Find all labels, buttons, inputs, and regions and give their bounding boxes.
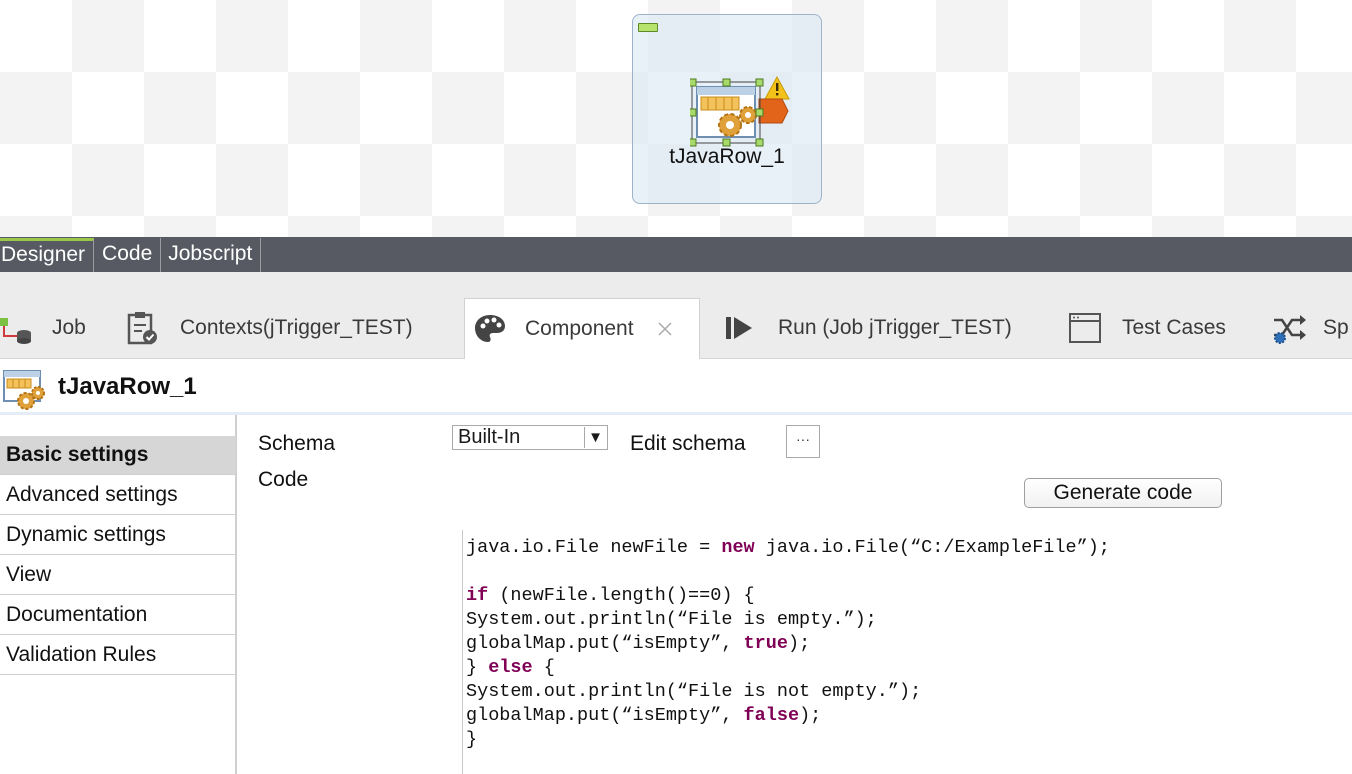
designer-canvas[interactable]: tJavaRow_1 [0, 0, 1352, 237]
dropdown-arrow-icon[interactable]: ▼ [584, 427, 606, 448]
test-cases-icon [1069, 313, 1101, 343]
tab-test-cases-label: Test Cases [1122, 316, 1226, 339]
nav-view[interactable]: View [0, 556, 236, 595]
tab-spark[interactable]: Sp [1272, 298, 1349, 358]
palette-icon [475, 315, 505, 342]
view-tab-bar: Job Contexts(jTrigger_TEST) Component Ru… [0, 272, 1352, 359]
tab-contexts-label: Contexts(jTrigger_TEST) [180, 316, 413, 339]
schema-label: Schema [258, 432, 336, 455]
schema-select-value: Built-In [458, 426, 521, 448]
tab-code[interactable]: Code [94, 238, 162, 272]
job-icon [0, 318, 31, 344]
component-header: tJavaRow_1 [0, 359, 1352, 415]
warning-icon [764, 75, 790, 100]
code-line: System.out.println(“File is not empty.”)… [466, 681, 922, 702]
edit-schema-button[interactable]: ··· [786, 425, 820, 458]
code-line: if (newFile.length()==0) { [466, 585, 755, 606]
nav-dynamic-settings[interactable]: Dynamic settings [0, 516, 236, 555]
editor-tab-bar: Designer Code Jobscript [0, 237, 1352, 272]
tab-job-label: Job [52, 316, 86, 339]
code-line: } [466, 729, 478, 750]
code-line: globalMap.put(“isEmpty”, true); [466, 633, 811, 654]
code-label: Code [258, 468, 309, 491]
schema-select[interactable]: Built-In ▼ [452, 425, 608, 450]
nav-validation-rules[interactable]: Validation Rules [0, 636, 236, 675]
node-label: tJavaRow_1 [669, 145, 785, 168]
nav-basic-settings[interactable]: Basic settings [0, 436, 236, 475]
code-line: globalMap.put(“isEmpty”, false); [466, 705, 822, 726]
tab-contexts[interactable]: Contexts(jTrigger_TEST) [126, 298, 413, 358]
settings-nav: Basic settings Advanced settings Dynamic… [0, 415, 237, 774]
minimize-toggle-icon[interactable] [638, 23, 658, 32]
run-icon [726, 317, 752, 339]
close-icon[interactable] [656, 320, 674, 338]
component-node[interactable]: tJavaRow_1 [632, 14, 822, 204]
code-line: System.out.println(“File is empty.”); [466, 609, 877, 630]
edit-schema-label: Edit schema [630, 432, 746, 455]
component-title: tJavaRow_1 [58, 373, 197, 400]
generate-code-button[interactable]: Generate code [1024, 478, 1222, 508]
nav-advanced-settings[interactable]: Advanced settings [0, 476, 236, 515]
tab-component[interactable]: Component [464, 298, 700, 359]
code-line: } else { [466, 657, 555, 678]
clipboard-check-icon [127, 312, 157, 345]
tab-spark-label: Sp [1323, 316, 1349, 339]
nav-documentation[interactable]: Documentation [0, 596, 236, 635]
code-editor[interactable]: java.io.File newFile = new java.io.File(… [462, 530, 1352, 774]
tab-run-label: Run (Job jTrigger_TEST) [778, 316, 1012, 339]
code-line: java.io.File newFile = new java.io.File(… [466, 537, 1110, 558]
tab-test-cases[interactable]: Test Cases [1068, 298, 1226, 358]
tab-job[interactable]: Job [0, 298, 86, 358]
tjavarow-node-icon [690, 75, 790, 147]
tab-component-label: Component [525, 317, 634, 340]
shuffle-gear-icon [1274, 315, 1306, 344]
tab-run[interactable]: Run (Job jTrigger_TEST) [724, 298, 1012, 358]
tab-jobscript[interactable]: Jobscript [161, 238, 262, 272]
tab-designer[interactable]: Designer [0, 238, 95, 272]
tjavarow-icon [3, 370, 45, 410]
